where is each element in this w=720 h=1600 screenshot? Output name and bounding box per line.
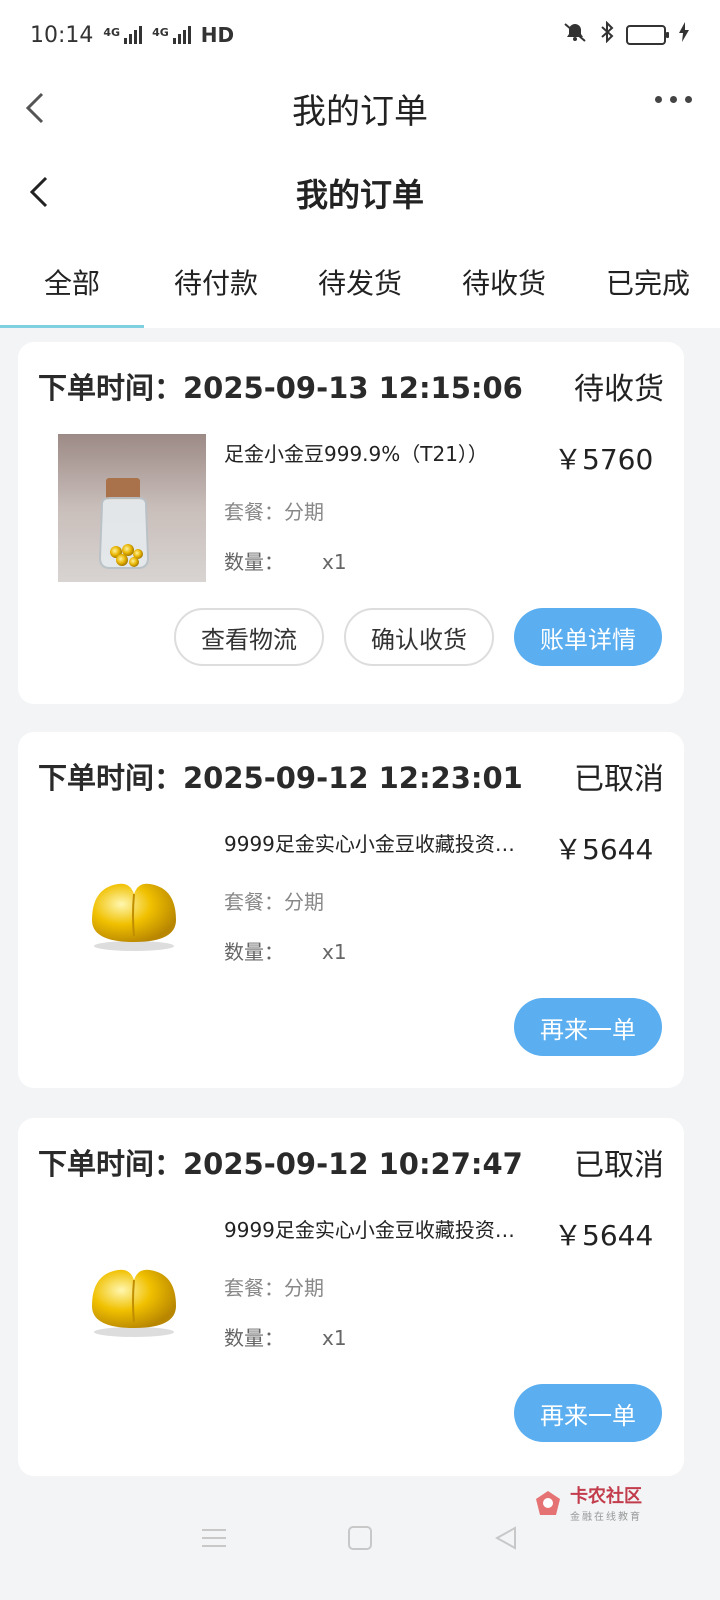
product-image[interactable] bbox=[58, 824, 206, 972]
order-card[interactable]: 下单时间：2025-09-12 12:23:01 已取消 9999足金实心小金豆… bbox=[18, 732, 684, 1088]
order-time: 下单时间：2025-09-12 12:23:01 bbox=[38, 761, 523, 795]
product-name[interactable]: 足金小金豆999.9%（T21）） bbox=[224, 438, 544, 467]
signal-icon: 4G bbox=[152, 26, 191, 44]
bluetooth-icon bbox=[600, 20, 614, 49]
product-price: ￥5644 bbox=[554, 1219, 654, 1252]
view-logistics-button[interactable]: 查看物流 bbox=[174, 608, 324, 666]
home-icon[interactable] bbox=[347, 1525, 373, 1555]
page-header: 我的订单 bbox=[0, 146, 720, 240]
page-title: 我的订单 bbox=[292, 91, 428, 132]
back-icon[interactable] bbox=[18, 88, 58, 128]
tab-completed[interactable]: 已完成 bbox=[576, 240, 720, 328]
mute-icon bbox=[562, 21, 588, 49]
back-nav-icon[interactable] bbox=[493, 1525, 519, 1555]
page-heading: 我的订单 bbox=[295, 176, 424, 214]
watermark-icon bbox=[536, 1490, 560, 1515]
network-type: HD bbox=[200, 23, 235, 47]
tab-pending-receipt[interactable]: 待收货 bbox=[432, 240, 576, 328]
order-card[interactable]: 下单时间：2025-09-12 10:27:47 已取消 9999足金实心小金豆… bbox=[18, 1118, 684, 1476]
status-bar: 10:14 4G 4G HD bbox=[0, 0, 720, 70]
more-icon[interactable] bbox=[655, 96, 692, 103]
product-plan: 套餐：分期 bbox=[224, 500, 324, 524]
product-quantity: 数量： x1 bbox=[224, 940, 347, 964]
product-plan: 套餐：分期 bbox=[224, 890, 324, 914]
product-name[interactable]: 9999足金实心小金豆收藏投资… bbox=[224, 1214, 544, 1243]
watermark-logo: 卡农社区 金融在线教育 bbox=[532, 1482, 642, 1523]
product-plan: 套餐：分期 bbox=[224, 1276, 324, 1300]
product-name[interactable]: 9999足金实心小金豆收藏投资… bbox=[224, 828, 544, 857]
order-status: 已取消 bbox=[574, 762, 664, 797]
bill-details-button[interactable]: 账单详情 bbox=[514, 608, 662, 666]
tab-pending-payment[interactable]: 待付款 bbox=[144, 240, 288, 328]
confirm-receipt-button[interactable]: 确认收货 bbox=[344, 608, 494, 666]
order-time: 下单时间：2025-09-13 12:15:06 bbox=[38, 371, 523, 405]
product-quantity: 数量： x1 bbox=[224, 550, 347, 574]
app-header: 我的订单 bbox=[0, 70, 720, 146]
product-quantity: 数量： x1 bbox=[224, 1326, 347, 1350]
order-status: 已取消 bbox=[574, 1148, 664, 1183]
status-time: 10:14 bbox=[30, 22, 94, 48]
order-time: 下单时间：2025-09-12 10:27:47 bbox=[38, 1147, 523, 1181]
menu-icon[interactable] bbox=[201, 1526, 227, 1554]
product-image[interactable] bbox=[58, 434, 206, 582]
signal-icon: 4G bbox=[103, 26, 143, 44]
battery-icon bbox=[626, 25, 669, 45]
product-price: ￥5644 bbox=[554, 833, 654, 866]
reorder-button[interactable]: 再来一单 bbox=[514, 1384, 662, 1442]
product-image[interactable] bbox=[58, 1210, 206, 1358]
reorder-button[interactable]: 再来一单 bbox=[514, 998, 662, 1056]
order-card[interactable]: 下单时间：2025-09-13 12:15:06 待收货 足金小金豆999.9%… bbox=[18, 342, 684, 704]
tab-all[interactable]: 全部 bbox=[0, 240, 144, 328]
product-price: ￥5760 bbox=[554, 443, 654, 476]
tab-pending-shipment[interactable]: 待发货 bbox=[288, 240, 432, 328]
back-icon[interactable] bbox=[20, 172, 60, 212]
order-tabs: 全部 待付款 待发货 待收货 已完成 bbox=[0, 240, 720, 328]
order-status: 待收货 bbox=[574, 372, 664, 407]
charging-icon bbox=[678, 22, 690, 48]
